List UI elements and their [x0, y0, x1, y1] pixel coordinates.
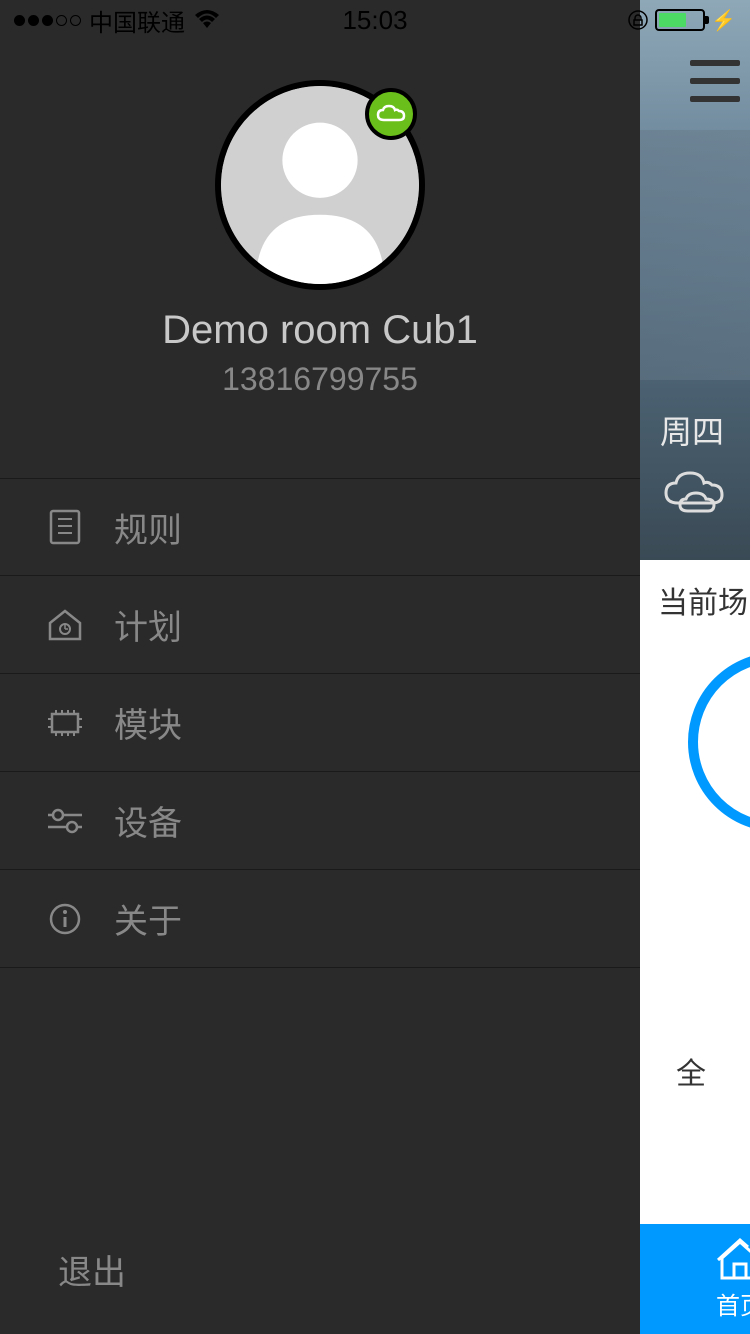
menu-item-label: 计划 [114, 600, 182, 649]
menu-item-label: 关于 [114, 894, 182, 943]
day-label: 周四 [660, 407, 730, 453]
logout-button[interactable]: 退出 [0, 1204, 640, 1334]
battery-icon [655, 9, 705, 31]
current-scene-label: 当前场 [658, 578, 750, 622]
weather-widget: 周四 [660, 407, 730, 520]
profile-section[interactable]: Demo room Cub1 13816799755 [0, 40, 640, 478]
cloud-icon [376, 104, 406, 124]
status-left: 中国联通 [14, 3, 221, 38]
status-time: 15:03 [342, 5, 407, 36]
all-label: 全 [676, 1049, 750, 1093]
main-content[interactable]: 周四 当前场 1 [ 全 [640, 0, 750, 1334]
sidebar-item-modules[interactable]: 模块 [0, 674, 640, 772]
about-icon [46, 900, 84, 938]
module-icon [46, 704, 84, 742]
username-label: Demo room Cub1 [162, 308, 478, 353]
plan-icon [46, 606, 84, 644]
menu-item-label: 模块 [114, 698, 182, 747]
hamburger-menu-icon[interactable] [690, 60, 740, 102]
rules-icon [46, 508, 84, 546]
device-icon [46, 802, 84, 840]
logout-label: 退出 [58, 1245, 126, 1294]
carrier-label: 中国联通 [89, 3, 185, 38]
signal-strength-icon [14, 15, 81, 26]
menu-list: 规则 计划 [0, 478, 640, 968]
avatar-container[interactable] [215, 80, 425, 290]
rotation-lock-icon [627, 9, 649, 31]
status-right: ⚡ [627, 8, 736, 33]
nav-home-tab[interactable]: 首页 [640, 1224, 750, 1334]
sidebar-item-rules[interactable]: 规则 [0, 478, 640, 576]
phone-label: 13816799755 [222, 361, 418, 398]
menu-item-label: 设备 [114, 796, 182, 845]
sidebar-item-plan[interactable]: 计划 [0, 576, 640, 674]
cloud-status-badge [365, 88, 417, 140]
charging-icon: ⚡ [711, 8, 736, 33]
nav-home-label: 首页 [716, 1286, 750, 1321]
status-bar: 中国联通 15:03 ⚡ [0, 0, 750, 40]
menu-item-label: 规则 [114, 503, 182, 552]
sidebar-item-devices[interactable]: 设备 [0, 772, 640, 870]
scene-indicator[interactable]: 1 [688, 652, 750, 832]
main-body: 当前场 1 [ 全 [640, 560, 750, 1111]
header-banner: 周四 [640, 0, 750, 560]
sidebar-drawer: Demo room Cub1 13816799755 规则 [0, 0, 640, 1334]
cloudy-icon [660, 465, 730, 515]
wifi-icon [193, 10, 221, 30]
sidebar-item-about[interactable]: 关于 [0, 870, 640, 968]
home-icon [716, 1238, 750, 1280]
